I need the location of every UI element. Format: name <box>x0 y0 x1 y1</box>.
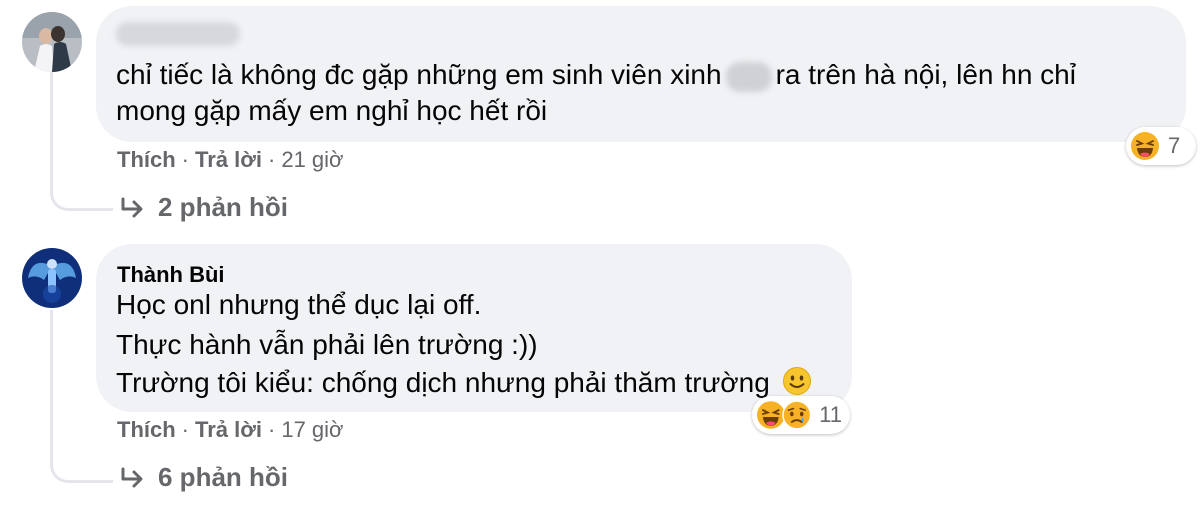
replies-label: 6 phản hồi <box>158 462 288 492</box>
reaction-summary[interactable]: 7 <box>1126 127 1196 165</box>
reply-arrow-icon <box>121 197 143 217</box>
avatar[interactable] <box>22 248 82 308</box>
reaction-count: 11 <box>819 402 842 427</box>
reply-arrow-icon <box>121 467 143 487</box>
comment-actions: Thích · Trả lời · 21 giờ <box>117 147 343 173</box>
comment-text-part: chỉ tiếc là không đc gặp những em sinh v… <box>116 59 722 90</box>
avatar[interactable] <box>22 12 82 72</box>
reaction-count: 7 <box>1168 133 1181 158</box>
comment-text-line: Học onl nhưng thể dục lại off. <box>116 289 482 320</box>
comment-text-part: ra trên hà nội, lên hn chỉ <box>775 59 1076 90</box>
separator: · <box>268 417 276 442</box>
comment-text-line: Trường tôi kiểu: chống dịch nhưng phải t… <box>116 367 770 398</box>
reaction-summary[interactable]: 11 <box>752 396 850 434</box>
like-button[interactable]: Thích <box>117 417 176 442</box>
smile-emoji-icon <box>782 367 811 395</box>
comment-text-line: mong gặp mấy em nghỉ học hết rồi <box>116 95 548 126</box>
thread-connector <box>50 444 113 483</box>
view-replies-button[interactable]: 6 phản hồi <box>120 462 288 493</box>
view-replies-button[interactable]: 2 phản hồi <box>120 192 288 223</box>
timestamp[interactable]: 21 giờ <box>281 147 343 172</box>
redacted-word <box>725 61 772 92</box>
comment-actions: Thích · Trả lời · 17 giờ <box>117 417 343 443</box>
thread-line <box>50 310 53 450</box>
like-button[interactable]: Thích <box>117 147 176 172</box>
separator: · <box>181 147 189 172</box>
thread-connector <box>50 172 113 211</box>
sad-icon <box>781 400 811 430</box>
comment-text-line: Thực hành vẫn phải lên trường :)) <box>116 329 538 360</box>
replies-label: 2 phản hồi <box>158 192 288 222</box>
author-name[interactable] <box>116 22 240 46</box>
timestamp[interactable]: 17 giờ <box>281 417 343 442</box>
reply-button[interactable]: Trả lời <box>195 417 262 442</box>
thread-line <box>50 72 53 184</box>
separator: · <box>181 417 189 442</box>
reply-button[interactable]: Trả lời <box>195 147 262 172</box>
separator: · <box>268 147 276 172</box>
comment-text-line-wrap: Trường tôi kiểu: chống dịch nhưng phải t… <box>116 362 812 404</box>
haha-icon <box>1131 132 1159 160</box>
